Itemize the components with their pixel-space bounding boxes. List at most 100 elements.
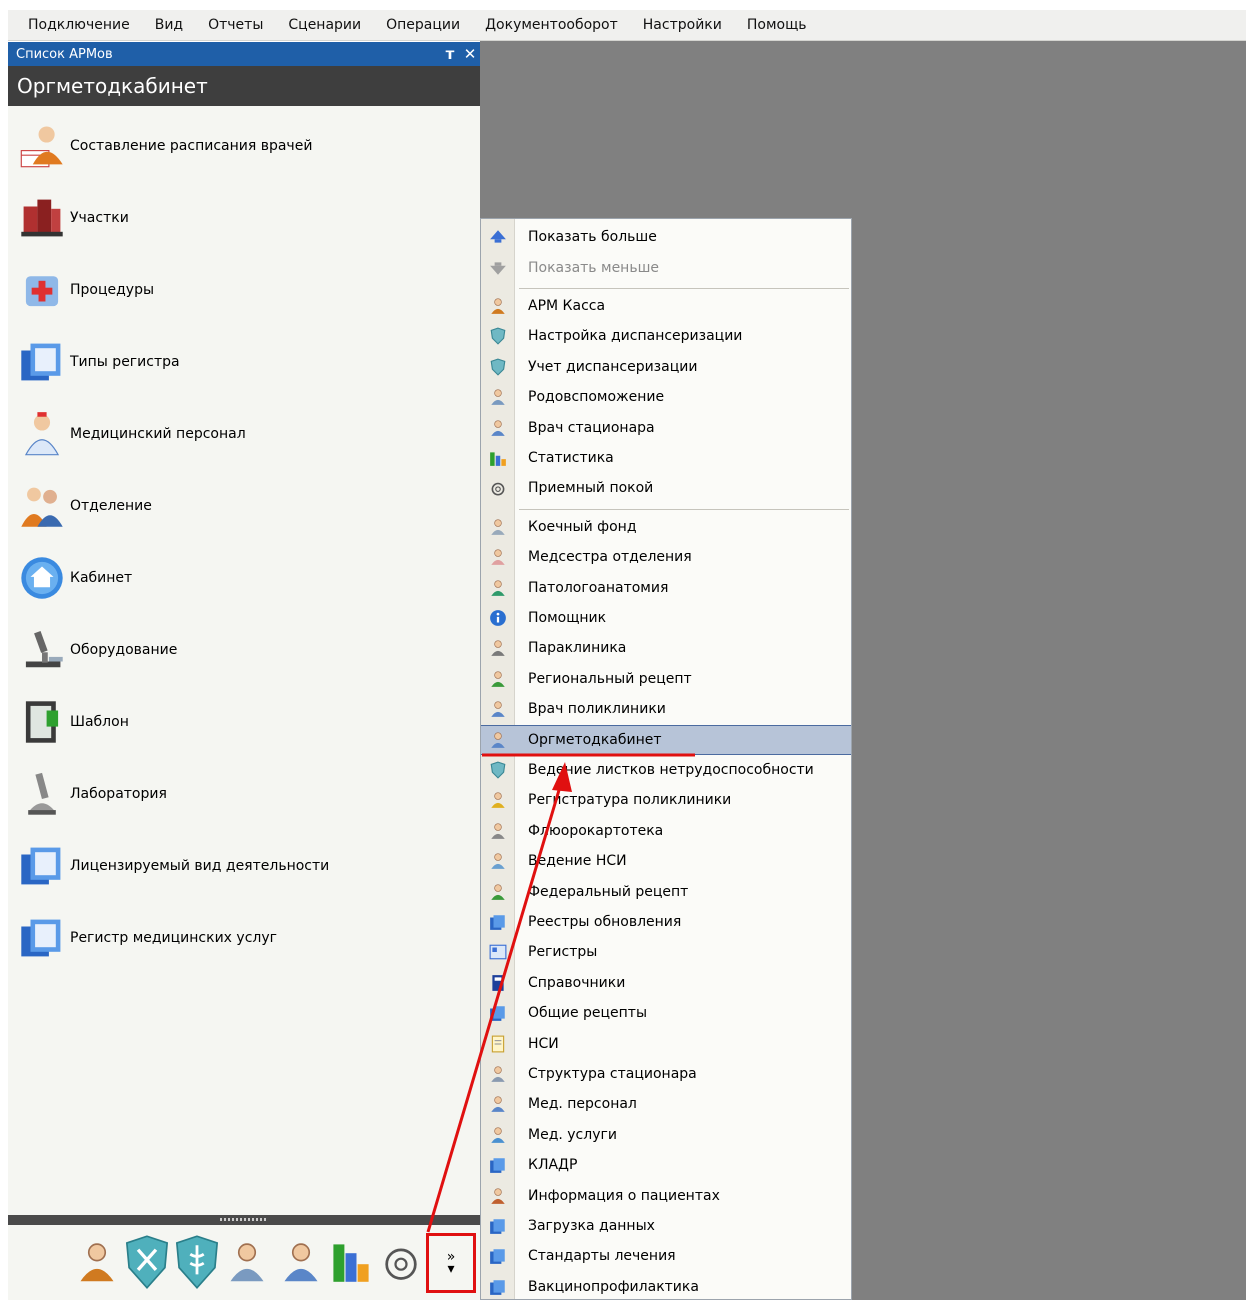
arm-item[interactable]: Медицинский персонал: [8, 404, 478, 464]
arm-item[interactable]: Оборудование: [8, 620, 478, 680]
dropdown-item[interactable]: Региональный рецепт: [481, 665, 851, 693]
house-icon: [18, 554, 66, 602]
arm-item[interactable]: Лицензируемый вид деятельности: [8, 836, 478, 896]
splitter-grip[interactable]: [220, 1218, 268, 1221]
stethoscope-icon[interactable]: [376, 1233, 426, 1291]
info-icon: [481, 609, 514, 627]
dropdown-item[interactable]: Флюорокартотека: [481, 817, 851, 845]
dropdown-item-label: Справочники: [528, 974, 626, 991]
arm-item[interactable]: Лаборатория: [8, 764, 478, 824]
panel-splitter[interactable]: [8, 1215, 480, 1225]
dropdown-item[interactable]: Настройка диспансеризации: [481, 322, 851, 350]
folder-icon: [481, 1156, 514, 1174]
dropdown-item[interactable]: Структура стационара: [481, 1060, 851, 1088]
dropdown-item[interactable]: Медсестра отделения: [481, 543, 851, 571]
obstetrics-icon[interactable]: [222, 1233, 272, 1291]
hospital-doctor-icon[interactable]: [276, 1233, 326, 1291]
license-folder-icon: [18, 842, 66, 890]
menu-item-2[interactable]: Отчеты: [195, 17, 275, 33]
close-icon[interactable]: ✕: [460, 45, 480, 63]
cashier-icon[interactable]: [72, 1233, 122, 1291]
arm-item[interactable]: Составление расписания врачей: [8, 116, 478, 176]
dropdown-item[interactable]: Патологоанатомия: [481, 574, 851, 602]
dropdown-item[interactable]: Врач стационара: [481, 414, 851, 442]
tools-shield-icon[interactable]: [122, 1233, 172, 1291]
menu-item-0[interactable]: Подключение: [8, 17, 142, 33]
dropdown-item[interactable]: Помощник: [481, 604, 851, 632]
dropdown-item[interactable]: Общие рецепты: [481, 999, 851, 1027]
dropdown-item-label: Стандарты лечения: [528, 1248, 676, 1265]
arm-item[interactable]: Регистр медицинских услуг: [8, 908, 478, 968]
dropdown-item[interactable]: Оргметодкабинет: [481, 724, 851, 755]
menu-item-6[interactable]: Настройки: [630, 17, 734, 33]
stethoscope-icon: [481, 479, 514, 497]
prescription-icon: [481, 670, 514, 688]
dropdown-item[interactable]: Параклиника: [481, 634, 851, 662]
dropdown-item[interactable]: Ведение листков нетрудоспособности: [481, 756, 851, 784]
arm-item[interactable]: Типы регистра: [8, 332, 478, 392]
folder-icon: [481, 1278, 514, 1296]
bottom-toolbar: » ▾: [8, 1225, 480, 1300]
arm-item[interactable]: Участки: [8, 188, 478, 248]
dropdown-item[interactable]: КЛАДР: [481, 1151, 851, 1179]
dropdown-item[interactable]: Реестры обновления: [481, 908, 851, 936]
dropdown-item[interactable]: Приемный покой: [481, 474, 851, 502]
menu-bar: Подключение Вид Отчеты Сценарии Операции Доку…: [8, 10, 1246, 41]
dropdown-item[interactable]: Регистратура поликлиники: [481, 786, 851, 814]
arrow-down-icon: [481, 259, 514, 277]
menu-separator: [519, 288, 849, 289]
arm-item-label: Типы регистра: [70, 354, 180, 370]
dropdown-item[interactable]: Загрузка данных: [481, 1212, 851, 1240]
dropdown-item[interactable]: Статистика: [481, 444, 851, 472]
dropdown-item[interactable]: Учет диспансеризации: [481, 353, 851, 381]
services-folder-icon: [18, 914, 66, 962]
caduceus-shield-icon[interactable]: [172, 1233, 222, 1291]
arm-item[interactable]: Отделение: [8, 476, 478, 536]
dropdown-item-label: Структура стационара: [528, 1066, 697, 1082]
dropdown-item[interactable]: АРМ Касса: [481, 292, 851, 320]
menu-item-3[interactable]: Сценарии: [275, 17, 373, 33]
dropdown-item[interactable]: Показать больше: [481, 223, 851, 251]
dropdown-item[interactable]: Справочники: [481, 969, 851, 997]
statistics-icon[interactable]: [326, 1233, 376, 1291]
dropdown-item-label: Ведение НСИ: [528, 853, 627, 870]
doctor-icon: [481, 700, 514, 718]
prescription-icon: [481, 883, 514, 901]
dropdown-item[interactable]: Мед. услуги: [481, 1121, 851, 1149]
shield-icon: [481, 761, 514, 779]
dropdown-item[interactable]: Родовспоможение: [481, 383, 851, 411]
arm-item-label: Регистр медицинских услуг: [70, 930, 277, 946]
dropdown-item[interactable]: Информация о пациентах: [481, 1182, 851, 1210]
dropdown-item[interactable]: Ведение НСИ: [481, 847, 851, 875]
dropdown-item[interactable]: Вакцинопрофилактика: [481, 1273, 851, 1299]
arm-item[interactable]: Шаблон: [8, 692, 478, 752]
dropdown-item[interactable]: Коечный фонд: [481, 513, 851, 541]
dropdown-item-label: Показать больше: [528, 229, 657, 245]
menu-separator: [519, 508, 849, 510]
overflow-button[interactable]: » ▾: [426, 1233, 476, 1293]
dropdown-item[interactable]: Федеральный рецепт: [481, 878, 851, 906]
shield-icon: [481, 358, 514, 376]
arm-item-label: Лицензируемый вид деятельности: [70, 858, 330, 874]
dropdown-item-label: Коечный фонд: [528, 518, 637, 535]
structure-icon: [481, 1065, 514, 1083]
bed-icon: [481, 518, 514, 536]
menu-item-1[interactable]: Вид: [142, 17, 195, 33]
doctor-icon: [481, 1095, 514, 1113]
dropdown-item[interactable]: Врач поликлиники: [481, 695, 851, 723]
book-icon: [481, 974, 514, 992]
pin-icon[interactable]: т: [440, 45, 460, 63]
folder-icon: [481, 1247, 514, 1265]
dropdown-item[interactable]: Регистры: [481, 938, 851, 966]
menu-item-4[interactable]: Операции: [373, 17, 472, 33]
menu-item-5[interactable]: Документооборот: [472, 17, 630, 33]
dropdown-item[interactable]: Стандарты лечения: [481, 1242, 851, 1270]
dropdown-item[interactable]: Мед. персонал: [481, 1090, 851, 1118]
statistics-icon: [481, 449, 514, 467]
arm-item[interactable]: Кабинет: [8, 548, 478, 608]
dropdown-item-label: АРМ Касса: [528, 298, 606, 314]
dropdown-item: Показать меньше: [481, 254, 851, 282]
dropdown-item[interactable]: НСИ: [481, 1030, 851, 1058]
menu-item-7[interactable]: Помощь: [734, 17, 819, 33]
arm-item[interactable]: Процедуры: [8, 260, 478, 320]
